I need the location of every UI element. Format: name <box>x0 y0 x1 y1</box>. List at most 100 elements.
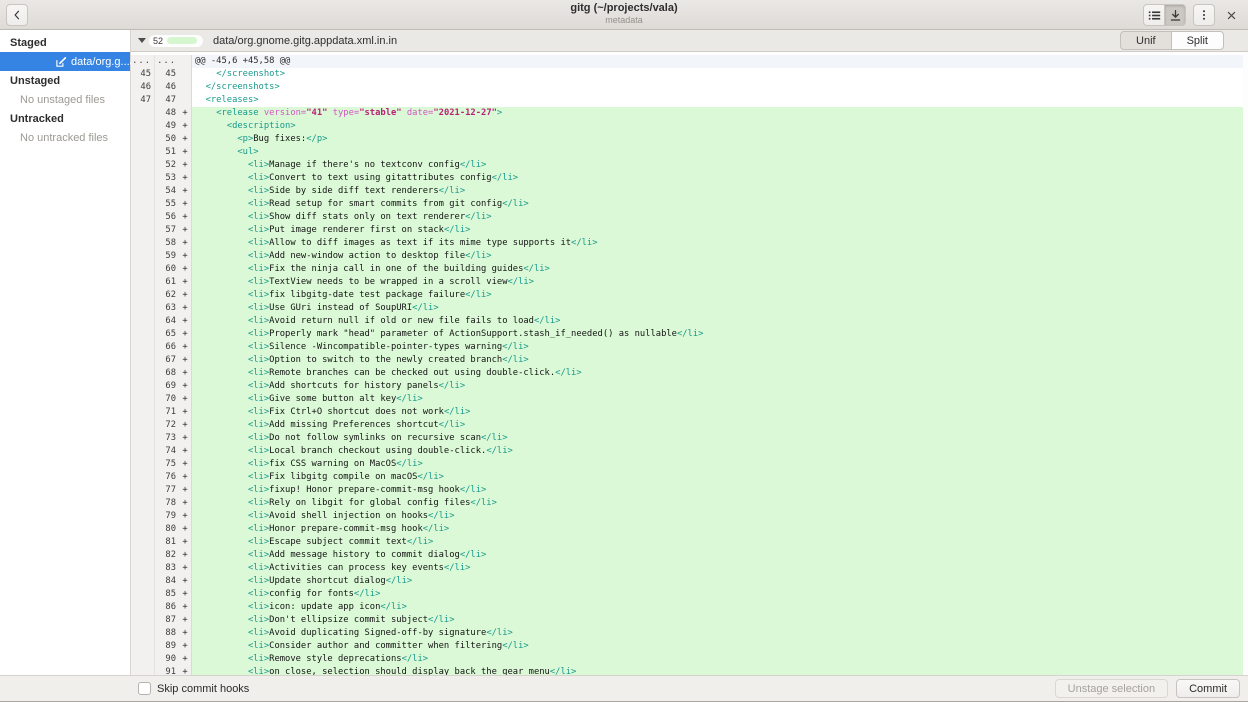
line-number-old <box>131 120 155 133</box>
diff-line[interactable]: 88+ <li>Avoid duplicating Signed-off-by … <box>131 627 1248 640</box>
skip-hooks-checkbox[interactable] <box>138 682 151 695</box>
line-content: <li>config for fonts</li> <box>192 588 1248 601</box>
line-number-new: 71 <box>155 406 179 419</box>
line-marker: + <box>179 614 192 627</box>
line-number-new: 82 <box>155 549 179 562</box>
line-number-old <box>131 562 155 575</box>
back-button[interactable] <box>6 4 28 26</box>
diff-line[interactable]: 82+ <li>Add message history to commit di… <box>131 549 1248 562</box>
diff-line[interactable]: 70+ <li>Give some button alt key</li> <box>131 393 1248 406</box>
scrollbar-track[interactable] <box>1243 52 1248 675</box>
close-button[interactable] <box>1222 6 1240 24</box>
line-number-old <box>131 237 155 250</box>
list-view-button[interactable] <box>1143 4 1165 26</box>
diff-line[interactable]: 54+ <li>Side by side diff text renderers… <box>131 185 1248 198</box>
line-content: <li>Show diff stats only on text rendere… <box>192 211 1248 224</box>
diff-line[interactable]: 75+ <li>fix CSS warning on MacOS</li> <box>131 458 1248 471</box>
line-marker: + <box>179 289 192 302</box>
diff-line[interactable]: 73+ <li>Do not follow symlinks on recurs… <box>131 432 1248 445</box>
diff-line[interactable]: 59+ <li>Add new-window action to desktop… <box>131 250 1248 263</box>
unstage-selection-button[interactable]: Unstage selection <box>1055 679 1168 698</box>
diff-line[interactable]: 63+ <li>Use GUri instead of SoupURI</li> <box>131 302 1248 315</box>
diff-line[interactable]: 64+ <li>Avoid return null if old or new … <box>131 315 1248 328</box>
diff-line[interactable]: 72+ <li>Add missing Preferences shortcut… <box>131 419 1248 432</box>
line-content: <li>icon: update app icon</li> <box>192 601 1248 614</box>
commit-bar: Skip commit hooks Unstage selection Comm… <box>0 675 1248 701</box>
diff-line[interactable]: 83+ <li>Activities can process key event… <box>131 562 1248 575</box>
line-number-old <box>131 367 155 380</box>
line-number-old <box>131 380 155 393</box>
diff-line[interactable]: 85+ <li>config for fonts</li> <box>131 588 1248 601</box>
line-number-new: 80 <box>155 523 179 536</box>
line-marker: + <box>179 666 192 675</box>
diff-line[interactable]: 77+ <li>fixup! Honor prepare-commit-msg … <box>131 484 1248 497</box>
line-number-old <box>131 133 155 146</box>
line-number-old: 46 <box>131 81 155 94</box>
diff-line[interactable]: 51+ <ul> <box>131 146 1248 159</box>
unified-view-button[interactable]: Unif <box>1120 31 1172 50</box>
diff-line[interactable]: 60+ <li>Fix the ninja call in one of the… <box>131 263 1248 276</box>
diff-line[interactable]: 55+ <li>Read setup for smart commits fro… <box>131 198 1248 211</box>
line-number-old <box>131 536 155 549</box>
line-content: <li>Read setup for smart commits from gi… <box>192 198 1248 211</box>
diff-line[interactable]: 4747 <releases> <box>131 94 1248 107</box>
line-number-new: 74 <box>155 445 179 458</box>
diff-line[interactable]: 61+ <li>TextView needs to be wrapped in … <box>131 276 1248 289</box>
diff-line[interactable]: ......@@ -45,6 +45,58 @@ <box>131 55 1248 68</box>
diff-view-button[interactable] <box>1164 4 1186 26</box>
diff-line[interactable]: 81+ <li>Escape subject commit text</li> <box>131 536 1248 549</box>
line-number-new: 67 <box>155 354 179 367</box>
line-number-new: 46 <box>155 81 179 94</box>
diff-line[interactable]: 74+ <li>Local branch checkout using doub… <box>131 445 1248 458</box>
diff-line[interactable]: 79+ <li>Avoid shell injection on hooks</… <box>131 510 1248 523</box>
line-number-new: 87 <box>155 614 179 627</box>
diff-line[interactable]: 50+ <p>Bug fixes:</p> <box>131 133 1248 146</box>
diff-line[interactable]: 65+ <li>Properly mark "head" parameter o… <box>131 328 1248 341</box>
diff-line[interactable]: 91+ <li>on close, selection should displ… <box>131 666 1248 675</box>
diff-line[interactable]: 76+ <li>Fix libgitg compile on macOS</li… <box>131 471 1248 484</box>
split-view-button[interactable]: Split <box>1171 31 1224 50</box>
line-number-old <box>131 627 155 640</box>
diff-line[interactable]: 58+ <li>Allow to diff images as text if … <box>131 237 1248 250</box>
diff-line[interactable]: 57+ <li>Put image renderer first on stac… <box>131 224 1248 237</box>
line-number-old <box>131 575 155 588</box>
line-marker: + <box>179 536 192 549</box>
diff-line[interactable]: 68+ <li>Remote branches can be checked o… <box>131 367 1248 380</box>
triangle-down-icon[interactable] <box>138 38 146 43</box>
line-marker: + <box>179 653 192 666</box>
diff-line[interactable]: 56+ <li>Show diff stats only on text ren… <box>131 211 1248 224</box>
line-content: <li>Remove style deprecations</li> <box>192 653 1248 666</box>
diff-line[interactable]: 49+ <description> <box>131 120 1248 133</box>
line-content: <li>Properly mark "head" parameter of Ac… <box>192 328 1248 341</box>
line-content: <li>on close, selection should display b… <box>192 666 1248 675</box>
diff-line[interactable]: 71+ <li>Fix Ctrl+O shortcut does not wor… <box>131 406 1248 419</box>
diff-line[interactable]: 86+ <li>icon: update app icon</li> <box>131 601 1248 614</box>
diff-line[interactable]: 80+ <li>Honor prepare-commit-msg hook</l… <box>131 523 1248 536</box>
diff-line[interactable]: 62+ <li>fix libgitg-date test package fa… <box>131 289 1248 302</box>
diff-line[interactable]: 52+ <li>Manage if there's no textconv co… <box>131 159 1248 172</box>
menu-button[interactable] <box>1193 4 1215 26</box>
diff-line[interactable]: 4545 </screenshot> <box>131 68 1248 81</box>
diff-line[interactable]: 78+ <li>Rely on libgit for global config… <box>131 497 1248 510</box>
headerbar-actions <box>1143 4 1240 26</box>
diff-line[interactable]: 4646 </screenshots> <box>131 81 1248 94</box>
line-number-new: 84 <box>155 575 179 588</box>
line-marker: + <box>179 211 192 224</box>
diff-line[interactable]: 84+ <li>Update shortcut dialog</li> <box>131 575 1248 588</box>
line-number-old <box>131 224 155 237</box>
commit-button[interactable]: Commit <box>1176 679 1240 698</box>
line-number-new: 73 <box>155 432 179 445</box>
diff-line[interactable]: 90+ <li>Remove style deprecations</li> <box>131 653 1248 666</box>
line-content: <li>Honor prepare-commit-msg hook</li> <box>192 523 1248 536</box>
diffstat-bar <box>167 37 197 44</box>
line-content: <li>Rely on libgit for global config fil… <box>192 497 1248 510</box>
diff-line[interactable]: 69+ <li>Add shortcuts for history panels… <box>131 380 1248 393</box>
diff-line[interactable]: 87+ <li>Don't ellipsize commit subject</… <box>131 614 1248 627</box>
diff-line[interactable]: 48+ <release version="41" type="stable" … <box>131 107 1248 120</box>
diff-line[interactable]: 89+ <li>Consider author and committer wh… <box>131 640 1248 653</box>
diff-line[interactable]: 67+ <li>Option to switch to the newly cr… <box>131 354 1248 367</box>
line-marker: + <box>179 510 192 523</box>
diff-line[interactable]: 66+ <li>Silence -Wincompatible-pointer-t… <box>131 341 1248 354</box>
diff-line[interactable]: 53+ <li>Convert to text using gitattribu… <box>131 172 1248 185</box>
sidebar-item-staged-file[interactable]: data/org.g...a.xml.in.in <box>0 52 130 71</box>
